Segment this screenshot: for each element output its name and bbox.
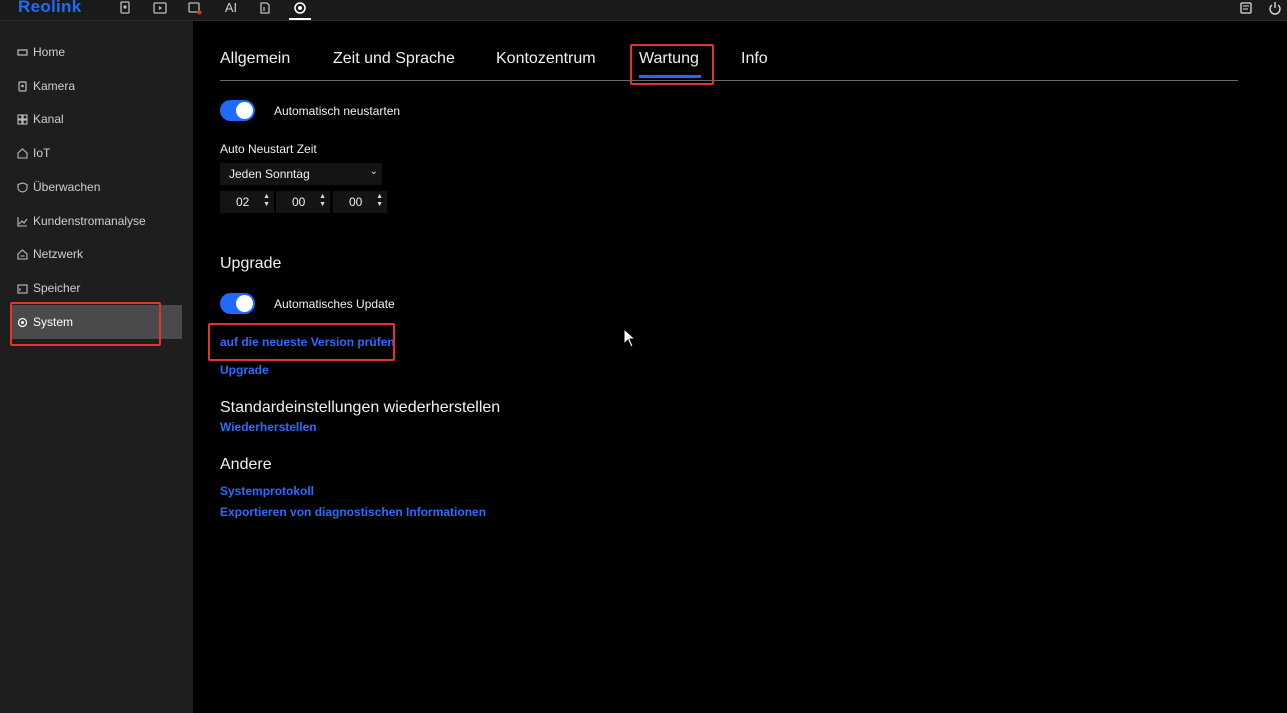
reolink-logo: Reolink [18,0,82,16]
auto-restart-toggle[interactable] [220,100,255,121]
stepper-arrows-icon[interactable]: ▲ ▼ [263,193,270,209]
camera-icon [16,80,28,92]
sidebar-item-netzwerk[interactable]: Netzwerk [10,238,182,270]
highlight-box-system [10,302,161,346]
shield-icon [16,181,28,193]
auto-update-label: Automatisches Update [274,297,395,311]
tab-bar: Allgemein Zeit und Sprache Kontozentrum … [220,44,1238,81]
hour-value: 02 [236,195,250,209]
highlight-box-check-version [208,323,395,361]
sidebar-item-label: Netzwerk [33,247,84,261]
chart-icon [16,215,28,227]
restore-link[interactable]: Wiederherstellen [220,420,317,434]
sidebar-item-kamera[interactable]: Kamera [10,70,182,102]
second-value: 00 [349,195,363,209]
minute-stepper[interactable]: 00 ▲ ▼ [276,191,330,213]
alarm-icon[interactable] [188,1,202,15]
sidebar-item-label: Überwachen [33,180,101,194]
sidebar-item-speicher[interactable]: Speicher [10,272,182,304]
tab-zeit-und-sprache[interactable]: Zeit und Sprache [333,50,455,68]
tab-info[interactable]: Info [741,50,768,68]
upgrade-heading: Upgrade [220,255,282,272]
files-icon[interactable] [258,1,272,15]
other-heading: Andere [220,456,272,473]
ai-icon[interactable]: AI [222,1,240,15]
network-icon [16,248,28,260]
restart-day-select[interactable]: Jeden Sonntag ⌄ [220,163,382,185]
top-bar: Reolink AI [0,0,1287,21]
minute-value: 00 [292,195,306,209]
sidebar-item-iot[interactable]: IoT [10,137,182,169]
auto-restart-label: Automatisch neustarten [274,104,401,118]
system-log-link[interactable]: Systemprotokoll [220,484,314,498]
sidebar-item-ueberwachen[interactable]: Überwachen [10,171,182,203]
stepper-arrows-icon[interactable]: ▲ ▼ [376,193,383,209]
sidebar-item-label: IoT [33,146,51,160]
stepper-arrows-icon[interactable]: ▲ ▼ [319,193,326,209]
tab-allgemein[interactable]: Allgemein [220,50,290,68]
home-icon [16,46,28,58]
sidebar-item-home[interactable]: Home [10,36,182,68]
playback-icon[interactable] [153,1,167,15]
restart-time-label: Auto Neustart Zeit [220,142,317,156]
sidebar: Home Kamera Kanal IoT Überwachen Kundens… [0,21,193,713]
sidebar-item-label: Speicher [33,281,81,295]
sidebar-item-kundenstromanalyse[interactable]: Kundenstromanalyse [10,205,182,237]
power-icon[interactable] [1268,1,1282,15]
camera-icon[interactable] [118,1,132,15]
chevron-down-icon: ⌄ [369,166,378,177]
restore-heading: Standardeinstellungen wiederherstellen [220,399,501,416]
export-diagnostics-link[interactable]: Exportieren von diagnostischen Informati… [220,505,486,519]
auto-update-toggle[interactable] [220,293,255,314]
message-icon[interactable] [1239,1,1253,15]
upgrade-link[interactable]: Upgrade [220,363,269,377]
sidebar-item-label: Home [33,45,66,59]
active-nav-indicator [289,18,311,20]
restart-day-value: Jeden Sonntag [229,167,310,181]
sidebar-item-label: Kamera [33,79,76,93]
mouse-cursor-icon [623,327,637,353]
storage-icon [16,282,28,294]
highlight-box-wartung [630,44,714,85]
sidebar-item-label: Kanal [33,112,64,126]
settings-icon[interactable] [293,1,307,15]
hour-stepper[interactable]: 02 ▲ ▼ [220,191,274,213]
grid-icon [16,113,28,125]
sidebar-item-label: Kundenstromanalyse [33,214,146,228]
house-icon [16,147,28,159]
second-stepper[interactable]: 00 ▲ ▼ [333,191,387,213]
tab-kontozentrum[interactable]: Kontozentrum [496,50,596,68]
sidebar-item-kanal[interactable]: Kanal [10,103,182,135]
